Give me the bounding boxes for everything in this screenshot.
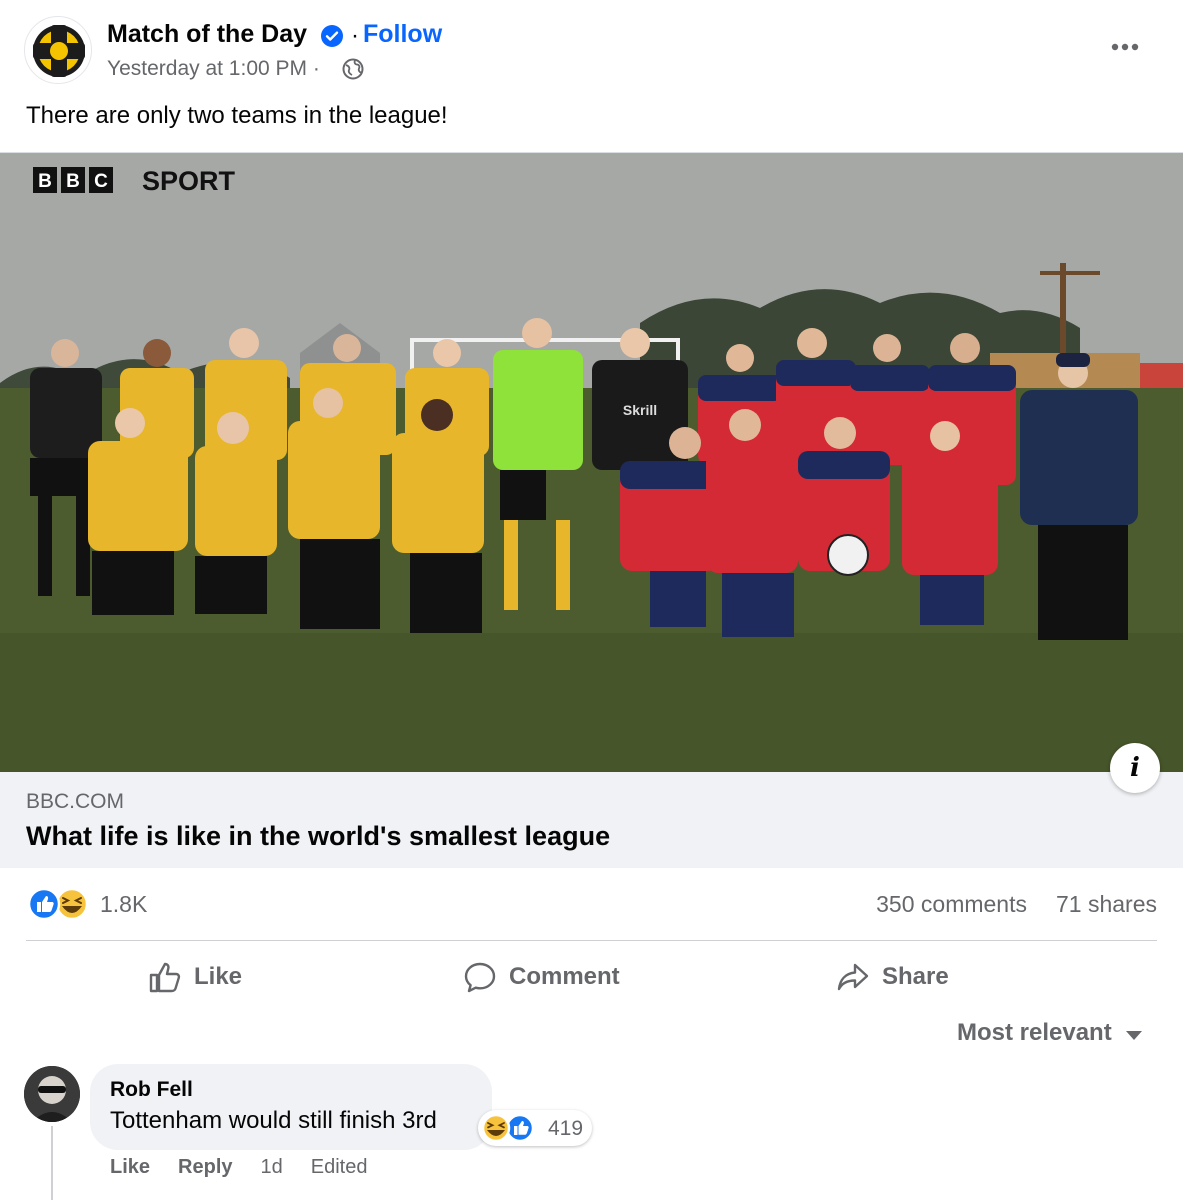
separator-dot: · <box>351 22 359 49</box>
comment-age[interactable]: 1d <box>261 1156 283 1179</box>
globe-icon <box>342 58 364 80</box>
comment-sort-dropdown[interactable]: Most relevant <box>957 1019 1142 1047</box>
comment-label: Comment <box>509 963 620 990</box>
comment-author[interactable]: Rob Fell <box>110 1078 193 1102</box>
more-options-icon[interactable] <box>1108 36 1142 58</box>
page-name[interactable]: Match of the Day <box>107 20 307 49</box>
like-button[interactable]: Like <box>148 958 242 996</box>
info-icon[interactable]: i <box>1110 743 1160 793</box>
page-avatar[interactable] <box>24 16 92 84</box>
post-header: Match of the Day · Follow Yesterday at 1… <box>24 16 1159 84</box>
svg-text:B: B <box>66 171 80 192</box>
link-title[interactable]: What life is like in the world's smalles… <box>26 821 610 852</box>
commenter-avatar[interactable] <box>24 1066 80 1122</box>
bbc-sport-watermark: SPORT <box>142 166 236 196</box>
divider <box>26 940 1157 941</box>
chevron-down-icon <box>1125 1030 1142 1040</box>
share-button[interactable]: Share <box>836 958 949 996</box>
post-text: There are only two teams in the league! <box>26 102 448 129</box>
share-label: Share <box>882 963 949 990</box>
shares-count[interactable]: 71 shares <box>1056 891 1157 918</box>
comment-reply-button[interactable]: Reply <box>178 1156 232 1179</box>
post-action-bar: Like Comment Share <box>26 948 1157 1004</box>
haha-reaction-icon <box>55 887 89 921</box>
verified-badge-icon <box>320 24 344 48</box>
reaction-icons[interactable] <box>26 886 96 922</box>
follow-button[interactable]: Follow <box>363 20 442 49</box>
link-preview-image[interactable]: B B C SPORT Skrill <box>0 153 1183 772</box>
comment-reaction-count: 419 <box>548 1117 584 1140</box>
comment-button[interactable]: Comment <box>463 958 620 996</box>
link-domain: BBC.COM <box>26 790 125 813</box>
link-preview-card[interactable]: B B C SPORT Skrill BBC.COM What life is … <box>0 152 1183 868</box>
comments-count[interactable]: 350 comments <box>876 891 1027 918</box>
comment-actions: Like Reply 1d Edited <box>110 1156 367 1179</box>
svg-text:B: B <box>38 171 52 192</box>
comment-icon <box>464 962 496 993</box>
svg-text:Skrill: Skrill <box>623 402 657 418</box>
like-label: Like <box>194 963 243 990</box>
comment-like-button[interactable]: Like <box>110 1156 150 1179</box>
share-icon <box>837 963 869 991</box>
sort-label: Most relevant <box>957 1019 1112 1046</box>
thumbs-up-icon <box>149 962 181 993</box>
like-reaction-icon <box>505 1113 535 1143</box>
comment-reactions[interactable]: 419 <box>478 1110 592 1146</box>
link-preview-meta[interactable]: BBC.COM What life is like in the world's… <box>0 772 1183 868</box>
post-timestamp[interactable]: Yesterday at 1:00 PM · <box>107 57 320 81</box>
svg-text:C: C <box>94 171 108 192</box>
comment-edited-label: Edited <box>310 1156 368 1178</box>
thread-line <box>51 1126 53 1200</box>
reactions-summary: 1.8K 350 comments 71 shares <box>26 886 1157 924</box>
comment-bubble: Rob Fell Tottenham would still finish 3r… <box>90 1064 492 1150</box>
comment-text: Tottenham would still finish 3rd <box>110 1107 437 1134</box>
haha-reaction-icon <box>481 1113 511 1143</box>
like-reaction-icon <box>27 887 61 921</box>
reaction-count[interactable]: 1.8K <box>100 891 147 918</box>
